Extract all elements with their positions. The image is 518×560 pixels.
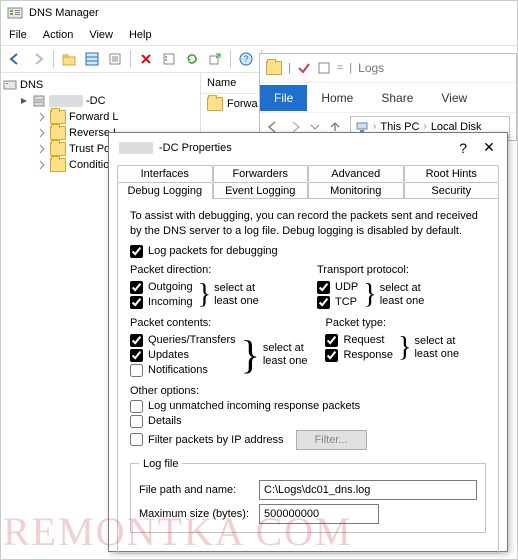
chevron-right-icon[interactable]: [37, 160, 47, 170]
folder-icon: [266, 61, 282, 75]
history-dropdown-icon[interactable]: [310, 122, 320, 132]
tree-server[interactable]: -DC: [3, 93, 198, 109]
options-icon[interactable]: [317, 61, 331, 75]
ribbon-tab-share[interactable]: Share: [367, 85, 427, 111]
brace-icon: }: [358, 281, 379, 309]
properties-dialog: -DC Properties ? ✕ Interfaces Forwarders…: [108, 132, 508, 552]
tab-forwarders[interactable]: Forwarders: [213, 165, 309, 182]
label-select-at-least-one: select at least one: [214, 282, 259, 308]
chevron-right-icon[interactable]: [37, 144, 47, 154]
server-name-redacted: [119, 142, 153, 154]
tab-security[interactable]: Security: [404, 182, 500, 199]
tab-advanced[interactable]: Advanced: [308, 165, 404, 182]
ribbon-tab-home[interactable]: Home: [307, 85, 367, 111]
checkbox-details[interactable]: Details: [130, 415, 486, 428]
label-packet-contents: Packet contents:: [130, 317, 307, 329]
dialog-title: -DC Properties: [159, 142, 232, 154]
app-icon: [7, 5, 23, 21]
label-other-options: Other options:: [130, 385, 486, 397]
menu-bar: File Action View Help: [1, 25, 517, 45]
checkbox-updates[interactable]: Updates: [130, 349, 236, 362]
explorer-window: | = | Logs File Home Share View › This P…: [259, 53, 517, 141]
tab-monitoring[interactable]: Monitoring: [308, 182, 404, 199]
checkbox-incoming[interactable]: Incoming: [130, 296, 193, 309]
label-packet-direction: Packet direction:: [130, 264, 299, 276]
label-packet-type: Packet type:: [325, 317, 486, 329]
brace-icon: }: [393, 334, 414, 362]
label-max-size: Maximum size (bytes):: [139, 508, 251, 520]
server-icon: [32, 94, 46, 108]
server-name-redacted: [49, 95, 83, 107]
checkbox-outgoing[interactable]: Outgoing: [130, 281, 193, 294]
brace-icon: }: [193, 281, 214, 309]
ribbon-tab-view[interactable]: View: [427, 85, 481, 111]
label-select-at-least-one: select at least one: [414, 335, 459, 361]
breadcrumb-localdisk[interactable]: Local Disk: [431, 121, 482, 133]
checkbox-notifications[interactable]: Notifications: [130, 364, 236, 377]
checkbox-response[interactable]: Response: [325, 349, 393, 362]
menu-action[interactable]: Action: [43, 29, 74, 41]
back-button[interactable]: [5, 49, 25, 69]
help-icon[interactable]: ?: [236, 49, 256, 69]
export-icon[interactable]: [205, 49, 225, 69]
tab-interfaces[interactable]: Interfaces: [117, 165, 213, 182]
tab-event-logging[interactable]: Event Logging: [213, 182, 309, 199]
table-view-icon[interactable]: [82, 49, 102, 69]
max-size-input[interactable]: [259, 504, 379, 524]
menu-help[interactable]: Help: [129, 29, 152, 41]
list-icon[interactable]: [159, 49, 179, 69]
label-select-at-least-one: select at least one: [263, 342, 308, 368]
chevron-right-icon[interactable]: [37, 128, 47, 138]
label-log-file: Log file: [139, 458, 182, 470]
label-select-at-least-one: select at least one: [380, 282, 425, 308]
check-icon: [297, 61, 311, 75]
svg-text:?: ?: [243, 54, 248, 64]
expand-icon[interactable]: [19, 96, 29, 106]
tree-forward-zones[interactable]: Forward L: [3, 109, 198, 125]
label-transport: Transport protocol:: [317, 264, 486, 276]
label-file-path: File path and name:: [139, 484, 251, 496]
brace-icon: }: [236, 338, 263, 372]
chevron-right-icon[interactable]: ›: [373, 121, 376, 132]
checkbox-tcp[interactable]: TCP: [317, 296, 358, 309]
folder-icon: [50, 158, 66, 172]
chevron-right-icon[interactable]: [37, 112, 47, 122]
forward-button[interactable]: [28, 49, 48, 69]
window-titlebar: DNS Manager: [1, 1, 517, 25]
folder-icon: [50, 126, 66, 140]
file-path-input[interactable]: [259, 480, 477, 500]
menu-view[interactable]: View: [89, 29, 113, 41]
help-button[interactable]: ?: [459, 140, 467, 156]
refresh-icon[interactable]: [182, 49, 202, 69]
tab-debug-logging[interactable]: Debug Logging: [117, 182, 213, 199]
folder-icon: [207, 97, 223, 111]
checkbox-log-packets[interactable]: Log packets for debugging: [130, 245, 486, 258]
debug-description: To assist with debugging, you can record…: [130, 209, 486, 239]
checkbox-queries[interactable]: Queries/Transfers: [130, 334, 236, 347]
dns-root-icon: [3, 78, 17, 92]
delete-icon[interactable]: [136, 49, 156, 69]
tree-root[interactable]: DNS: [3, 77, 198, 93]
menu-file[interactable]: File: [9, 29, 27, 41]
up-level-icon[interactable]: [59, 49, 79, 69]
breadcrumb-thispc[interactable]: This PC: [380, 121, 419, 133]
ribbon-tab-file[interactable]: File: [260, 85, 307, 111]
explorer-title: Logs: [358, 61, 384, 75]
log-file-group: Log file File path and name: Maximum siz…: [130, 458, 486, 533]
filter-button[interactable]: Filter...: [296, 430, 367, 450]
folder-icon: [50, 110, 66, 124]
checkbox-log-unmatched[interactable]: Log unmatched incoming response packets: [130, 400, 486, 413]
folder-icon: [50, 142, 66, 156]
tab-root-hints[interactable]: Root Hints: [404, 165, 500, 182]
checkbox-filter-ip[interactable]: Filter packets by IP address: [130, 433, 284, 446]
checkbox-udp[interactable]: UDP: [317, 281, 358, 294]
close-button[interactable]: ✕: [481, 139, 497, 156]
checkbox-request[interactable]: Request: [325, 334, 393, 347]
chevron-right-icon[interactable]: ›: [423, 121, 426, 132]
properties-icon[interactable]: [105, 49, 125, 69]
window-title: DNS Manager: [29, 7, 99, 19]
